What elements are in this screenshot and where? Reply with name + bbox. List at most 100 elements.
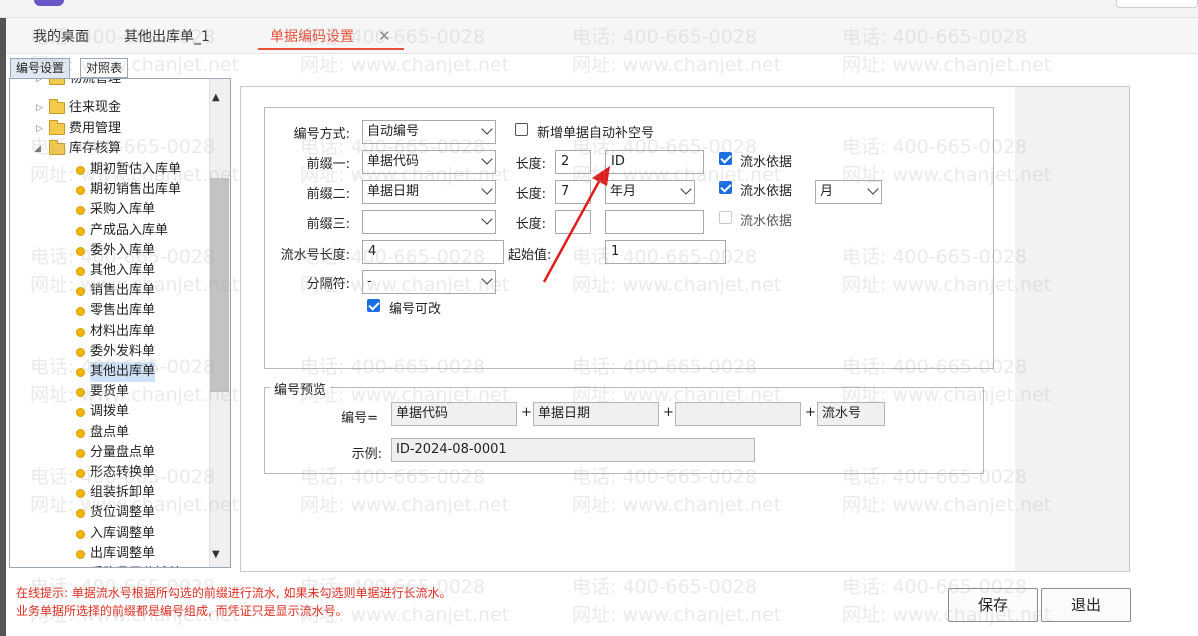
active-tab-underline (258, 48, 404, 50)
tree-item-label: 材料出库单 (90, 323, 156, 339)
chevron-down-icon (481, 153, 493, 165)
tree-item[interactable]: 销售出库单 (10, 281, 210, 301)
tree-item[interactable]: 材料出库单 (10, 322, 210, 342)
tree-item[interactable]: 盘点单 (10, 423, 210, 443)
document-dot-icon (76, 448, 85, 458)
prefix2-serial-checkbox[interactable] (719, 181, 732, 194)
subtab-number-settings[interactable]: 编号设置 (10, 58, 71, 78)
tree-folder-inventory[interactable]: ◢ 库存核算 (10, 139, 210, 159)
prefix2-serial-label: 流水依据 (740, 184, 793, 199)
scroll-down-icon[interactable]: ▼ (212, 549, 220, 560)
save-button[interactable]: 保存 (948, 588, 1038, 622)
window-top-strip (0, 0, 1198, 18)
tree-item[interactable]: 产成品入库单 (10, 221, 210, 241)
expand-arrow-icon[interactable]: ▷ (36, 98, 43, 118)
prefix3-label: 前缀三: (306, 217, 350, 232)
tree-item[interactable]: 采购入库单 (10, 200, 210, 220)
auto-fill-checkbox[interactable] (515, 123, 528, 136)
prefix1-select[interactable]: 单据代码 (362, 150, 496, 174)
document-dot-icon (76, 226, 85, 236)
serial-length-input[interactable]: 4 (362, 240, 504, 264)
document-dot-icon (76, 408, 85, 418)
document-dot-icon (76, 428, 85, 438)
mode-select[interactable]: 自动编号 (362, 120, 496, 144)
tree-item[interactable]: 形态转换单 (10, 463, 210, 483)
subtab-mapping-table[interactable]: 对照表 (80, 58, 129, 78)
app-logo-icon (34, 0, 64, 6)
tree-item[interactable]: 调拨单 (10, 402, 210, 422)
tab-other-outbound[interactable]: 其他出库单_1 (124, 26, 210, 46)
prefix3-select[interactable] (362, 210, 496, 234)
tree-item-label: 零售出库单 (90, 303, 156, 319)
tree-item[interactable]: 组装拆卸单 (10, 483, 210, 503)
tree-item[interactable]: 其他出库单 (10, 362, 210, 382)
tree-item[interactable]: 期初销售出库单 (10, 180, 210, 200)
tab-desktop[interactable]: 我的桌面 (33, 26, 89, 46)
tree-item[interactable]: 出库调整单 (10, 544, 210, 564)
tree-item[interactable]: 委外入库单 (10, 241, 210, 261)
prefix3-serial-label: 流水依据 (740, 214, 793, 229)
exit-button[interactable]: 退出 (1041, 588, 1131, 622)
preview-plus-3: + (805, 405, 816, 420)
expand-arrow-icon[interactable]: ▷ (36, 119, 43, 139)
preview-part-3 (675, 402, 801, 426)
watermark-site: 网址: www.chanjet.net (300, 54, 510, 76)
close-icon[interactable]: ✕ (378, 27, 391, 45)
prefix2-label: 前缀二: (306, 187, 350, 202)
document-dot-icon (76, 549, 85, 559)
document-dot-icon (76, 388, 85, 398)
serial-period-value: 月 (820, 184, 834, 199)
document-dot-icon (76, 267, 85, 276)
prefix1-value: 单据代码 (367, 154, 420, 169)
tree-scrollbar-thumb[interactable] (210, 178, 229, 392)
preview-title: 编号预览 (270, 379, 331, 398)
tab-doc-code-settings[interactable]: 单据编码设置 (270, 26, 354, 46)
tree-label: 往来现金 (69, 100, 122, 115)
document-dot-icon (76, 166, 85, 175)
example-label: 示例: (351, 447, 382, 462)
tree-folder-logistics[interactable]: ▷ 物流管理 (10, 79, 210, 99)
auto-fill-label: 新增单据自动补空号 (537, 126, 655, 141)
folder-open-icon (49, 140, 65, 155)
tree-item[interactable]: 委外发料单 (10, 342, 210, 362)
tree-item-label: 货位调整单 (90, 505, 156, 521)
tree-item[interactable]: 入库调整单 (10, 524, 210, 544)
separator-select[interactable]: - (362, 270, 496, 294)
chevron-down-icon (680, 183, 692, 195)
tree-item-label: 采购入库单 (90, 202, 156, 218)
tree-item[interactable]: 零售出库单 (10, 301, 210, 321)
preview-number-label: 编号= (341, 411, 378, 426)
prefix2-select[interactable]: 单据日期 (362, 180, 496, 204)
document-dot-icon (76, 509, 85, 519)
serial-period-select[interactable]: 月 (815, 180, 882, 204)
folder-icon (49, 79, 65, 85)
tree-item-label: 采购费用分摊单 (90, 564, 181, 567)
expand-arrow-icon[interactable]: ▷ (36, 79, 43, 89)
serial-length-label: 流水号长度: (280, 248, 350, 263)
preview-part-4: 流水号 (817, 402, 885, 426)
tree-item[interactable]: 采购费用分摊单 (10, 564, 210, 567)
prefix1-serial-checkbox[interactable] (719, 152, 732, 165)
prefix3-serial-checkbox[interactable] (719, 211, 732, 224)
chevron-down-icon (867, 183, 879, 195)
tree-item[interactable]: 其他入库单 (10, 261, 210, 281)
prefix2-value: 单据日期 (367, 184, 420, 199)
chevron-down-icon (481, 183, 493, 195)
annotation-arrow-icon (542, 166, 610, 283)
tree-folder-cash[interactable]: ▷ 往来现金 (10, 98, 210, 118)
collapse-arrow-icon[interactable]: ◢ (34, 139, 41, 159)
settings-panel-margin (1015, 87, 1129, 571)
watermark-site: 网址: www.chanjet.net (572, 604, 782, 626)
tree-item[interactable]: 货位调整单 (10, 503, 210, 523)
tree-item[interactable]: 要货单 (10, 382, 210, 402)
tree-folder-expense[interactable]: ▷ 费用管理 (10, 119, 210, 139)
preview-part-2: 单据日期 (533, 402, 659, 426)
tree-item[interactable]: 期初暂估入库单 (10, 160, 210, 180)
tree-item[interactable]: 分量盘点单 (10, 443, 210, 463)
scroll-up-icon[interactable]: ▲ (212, 92, 220, 103)
window-control-button[interactable] (1116, 0, 1198, 8)
tree-item-label: 其他出库单 (90, 362, 156, 382)
tree-item-label: 入库调整单 (90, 525, 156, 541)
tree-label: 物流管理 (69, 78, 122, 86)
editable-checkbox[interactable] (367, 299, 380, 312)
